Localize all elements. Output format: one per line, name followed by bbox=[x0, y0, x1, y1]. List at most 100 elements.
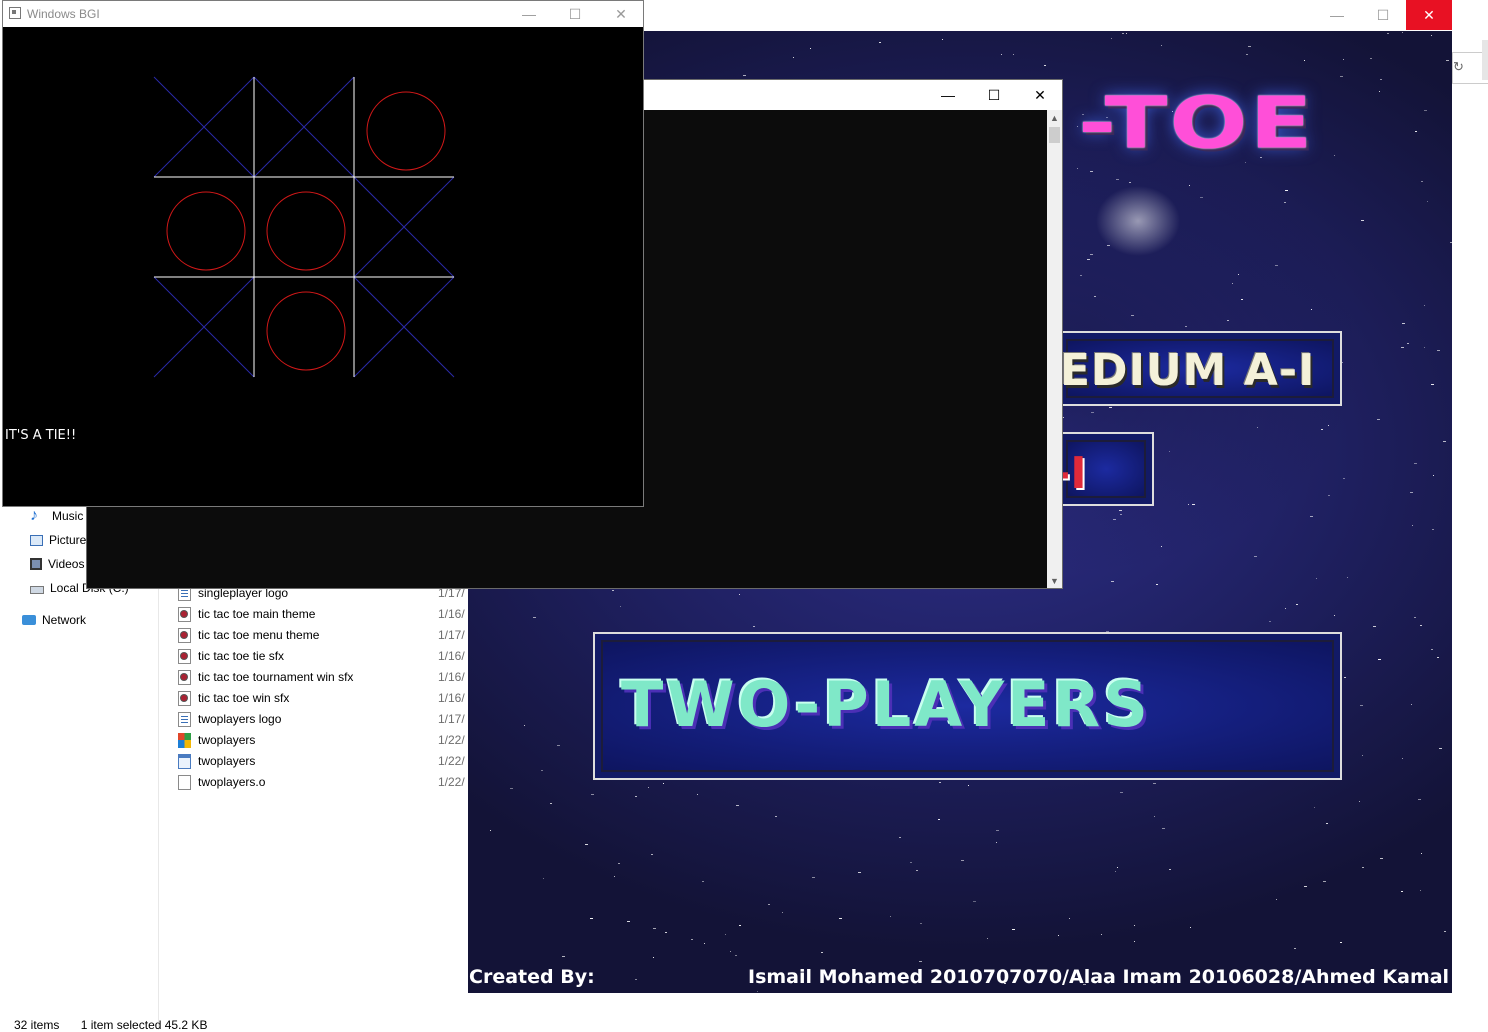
scroll-up-button[interactable]: ▲ bbox=[1047, 110, 1062, 125]
nav-item-network[interactable]: Network bbox=[22, 609, 86, 631]
star-speck bbox=[1001, 54, 1002, 55]
star-speck bbox=[1443, 441, 1446, 442]
list-item[interactable]: tic tac toe tournament win sfx 1/16/ bbox=[178, 667, 465, 687]
star-speck bbox=[968, 785, 969, 786]
scroll-down-button[interactable]: ▼ bbox=[1047, 573, 1062, 588]
star-speck bbox=[651, 854, 653, 855]
star-speck bbox=[1058, 935, 1059, 936]
medium-ai-button[interactable]: EDIUM A-I bbox=[1058, 331, 1342, 406]
star-speck bbox=[1185, 326, 1187, 327]
star-speck bbox=[541, 770, 543, 771]
nav-item-videos[interactable]: Videos bbox=[30, 553, 84, 575]
minimize-icon: — bbox=[522, 6, 536, 22]
star-speck bbox=[775, 816, 777, 817]
star-speck bbox=[916, 870, 918, 871]
two-players-button[interactable]: TWO-PLAYERS bbox=[593, 632, 1342, 780]
star-speck bbox=[839, 918, 842, 919]
audio-file-icon bbox=[178, 690, 191, 706]
minimize-button[interactable]: — bbox=[506, 1, 552, 27]
star-speck bbox=[663, 783, 664, 784]
list-item[interactable]: tic tac toe menu theme 1/17/ bbox=[178, 625, 465, 645]
close-button[interactable]: ✕ bbox=[1017, 80, 1063, 110]
star-speck bbox=[996, 830, 999, 831]
close-button[interactable]: ✕ bbox=[598, 1, 644, 27]
star-speck bbox=[1444, 931, 1446, 932]
nav-item-pictures[interactable]: Pictures bbox=[30, 529, 92, 551]
star-speck bbox=[1402, 758, 1403, 759]
star-speck bbox=[1361, 220, 1364, 221]
scroll-thumb[interactable] bbox=[1049, 127, 1060, 143]
star-speck bbox=[1314, 807, 1315, 808]
maximize-button[interactable]: ☐ bbox=[971, 80, 1017, 110]
explorer-scrollbar[interactable] bbox=[1482, 40, 1488, 80]
list-item[interactable]: twoplayers 1/22/ bbox=[178, 751, 465, 771]
list-item[interactable]: twoplayers logo 1/17/ bbox=[178, 709, 465, 729]
star-speck bbox=[1012, 929, 1015, 930]
application-icon bbox=[178, 732, 191, 748]
list-item[interactable]: twoplayers.o 1/22/ bbox=[178, 772, 465, 792]
maximize-button[interactable]: ☐ bbox=[1360, 0, 1406, 30]
star-speck bbox=[1421, 853, 1422, 854]
button-label: TWO-PLAYERS bbox=[621, 668, 1151, 741]
star-speck bbox=[1077, 168, 1078, 169]
star-speck bbox=[1161, 45, 1162, 46]
star-speck bbox=[1101, 934, 1102, 935]
star-speck bbox=[793, 57, 794, 58]
star-speck bbox=[618, 863, 620, 864]
star-speck bbox=[1161, 546, 1162, 547]
star-speck bbox=[653, 957, 654, 958]
star-speck bbox=[973, 901, 976, 902]
audio-file-icon bbox=[178, 648, 191, 664]
star-speck bbox=[739, 925, 741, 926]
star-speck bbox=[1090, 171, 1093, 172]
list-item[interactable]: twoplayers 1/22/ bbox=[178, 730, 465, 750]
star-speck bbox=[1420, 890, 1421, 891]
star-speck bbox=[1328, 425, 1329, 426]
star-speck bbox=[1107, 245, 1110, 246]
star-speck bbox=[1343, 478, 1345, 479]
star-speck bbox=[739, 594, 740, 595]
star-speck bbox=[1254, 556, 1257, 557]
star-speck bbox=[879, 42, 881, 43]
document-icon bbox=[178, 711, 191, 727]
drive-icon bbox=[30, 586, 44, 594]
star-speck bbox=[1113, 519, 1116, 520]
minimize-icon: — bbox=[941, 87, 955, 103]
list-item[interactable]: tic tac toe tie sfx 1/16/ bbox=[178, 646, 465, 666]
minimize-button[interactable]: — bbox=[925, 80, 971, 110]
vertical-scrollbar[interactable]: ▲ ▼ bbox=[1047, 110, 1062, 588]
close-button[interactable]: ✕ bbox=[1406, 0, 1452, 30]
star-speck bbox=[1321, 429, 1323, 430]
star-speck bbox=[550, 803, 552, 804]
star-speck bbox=[1431, 35, 1432, 36]
file-name: tic tac toe tournament win sfx bbox=[198, 670, 354, 684]
star-speck bbox=[1411, 704, 1412, 705]
star-speck bbox=[1285, 608, 1286, 609]
minimize-button[interactable]: — bbox=[1314, 0, 1360, 30]
star-speck bbox=[648, 787, 649, 788]
list-item[interactable]: tic tac toe win sfx 1/16/ bbox=[178, 688, 465, 708]
music-icon: ♪ bbox=[30, 507, 38, 524]
star-speck bbox=[543, 878, 544, 879]
minimize-icon: — bbox=[1330, 7, 1344, 23]
maximize-button[interactable]: ☐ bbox=[552, 1, 598, 27]
star-speck bbox=[1370, 58, 1372, 59]
tic-tac-toe-board[interactable] bbox=[3, 27, 643, 507]
credits-label: Created By: bbox=[469, 966, 595, 988]
star-speck bbox=[1120, 792, 1123, 793]
file-date: 1/16/ bbox=[438, 670, 465, 684]
maximize-icon: ☐ bbox=[987, 86, 1001, 103]
star-speck bbox=[524, 725, 525, 726]
star-speck bbox=[533, 617, 536, 618]
hard-ai-button[interactable]: -I bbox=[1058, 432, 1154, 506]
star-speck bbox=[1134, 941, 1135, 942]
nav-item-music[interactable]: ♪ Music bbox=[30, 505, 83, 527]
game-title-logo: -TOE bbox=[1078, 81, 1315, 165]
star-speck bbox=[1340, 76, 1343, 77]
list-item[interactable]: tic tac toe main theme 1/16/ bbox=[178, 604, 465, 624]
star-speck bbox=[1424, 305, 1425, 306]
star-speck bbox=[782, 912, 783, 913]
file-name: tic tac toe main theme bbox=[198, 607, 316, 621]
star-speck bbox=[1227, 320, 1229, 321]
star-speck bbox=[1378, 659, 1381, 660]
